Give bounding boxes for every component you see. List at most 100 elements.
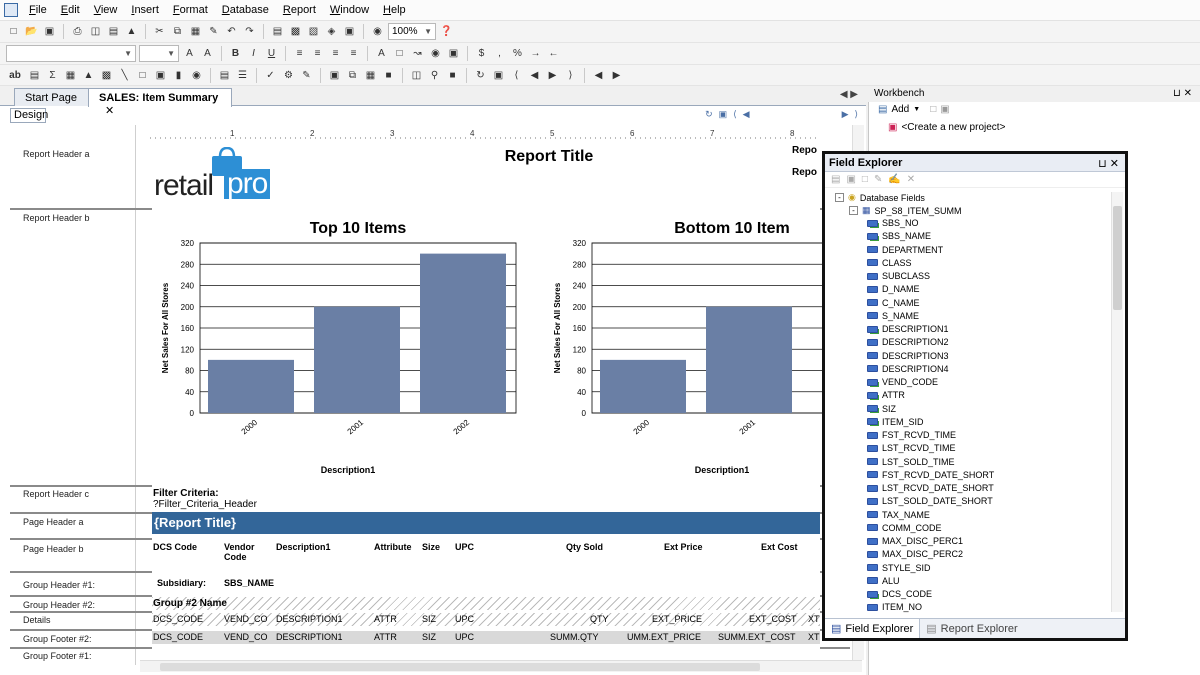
top-10-items-chart[interactable]: Top 10 Items 0 40 80 120 160 200 240 280 320 2000 2… [158,215,538,485]
band-report-header-a[interactable]: Report Header a [10,149,136,159]
insert-crosstab-icon[interactable]: ▦ [63,68,78,83]
redo-icon[interactable]: ↷ [242,24,257,39]
search-icon[interactable]: ⚲ [427,68,442,83]
edit-icon[interactable]: ✎ [874,174,882,185]
field-item[interactable]: LST_SOLD_DATE_SHORT [867,496,993,506]
insert-line-icon[interactable]: ╲ [117,68,132,83]
browse-icon[interactable]: ▣ [846,174,855,185]
undo-icon[interactable]: ↶ [224,24,239,39]
align-right-icon[interactable]: ≡ [328,46,343,61]
insert-picture-icon[interactable]: ▣ [153,68,168,83]
new-icon[interactable]: □ [862,174,868,185]
column-header-description1[interactable]: Description1 [276,542,331,552]
details-field-vend-code[interactable]: VEND_CO [224,614,268,624]
pin-close-icon[interactable]: ⊔ ✕ [1098,155,1119,173]
save-icon[interactable]: ▣ [940,104,949,115]
field-item[interactable]: DCS_CODE [867,589,932,599]
menu-view[interactable]: View [87,0,125,20]
field-item[interactable]: FST_RCVD_TIME [867,430,956,440]
insert-subreport-icon[interactable]: ▩ [99,68,114,83]
band-group-header-2[interactable]: Group Header #2: [10,600,136,610]
column-header-vendor-code[interactable]: Vendor Code [224,542,264,562]
band-report-header-c[interactable]: Report Header c [10,489,136,499]
previous-page-icon[interactable]: ◀ [743,109,750,122]
chevron-down-icon[interactable]: ▼ [913,106,920,113]
upload-icon[interactable]: ▲ [124,24,139,39]
lock-size-icon[interactable]: ▣ [446,46,461,61]
preview-icon[interactable]: ◫ [409,68,424,83]
field-item[interactable]: LST_RCVD_TIME [867,443,956,453]
report-header-field[interactable]: Repo [792,145,817,156]
band-page-header-a[interactable]: Page Header a [10,517,136,527]
tab-report-explorer[interactable]: ▤ Report Explorer [920,622,1023,636]
insert-olap-icon[interactable]: ▲ [81,68,96,83]
refresh-icon[interactable]: ↻ [705,109,713,122]
footer-field-xt[interactable]: XT [808,632,820,642]
page-title-bar[interactable]: {Report Title} [152,512,820,534]
field-item[interactable]: LST_SOLD_TIME [867,457,955,467]
tree-node-database-fields[interactable]: - ◉ Database Fields [835,192,925,203]
stop-icon[interactable]: ■ [445,68,460,83]
column-header-dcs-code[interactable]: DCS Code [153,542,197,552]
pin-close-icon[interactable]: ⊔ ✕ [1173,86,1192,102]
column-header-ext-cost[interactable]: Ext Cost [761,542,798,552]
band-page-header-b[interactable]: Page Header b [10,544,136,554]
field-item[interactable]: SBS_NAME [867,231,931,241]
lock-format-icon[interactable]: ◉ [428,46,443,61]
horizontal-scrollbar[interactable] [140,660,862,672]
align-center-icon[interactable]: ≡ [310,46,325,61]
group2-name-field[interactable]: Group #2 Name [153,598,227,609]
font-combo[interactable]: ▼ [6,45,136,62]
details-field-attr[interactable]: ATTR [374,614,397,624]
field-item[interactable]: COMM_CODE [867,523,942,533]
menu-format[interactable]: Format [166,0,215,20]
column-header-ext-price[interactable]: Ext Price [664,542,703,552]
details-field-siz[interactable]: SIZ [422,614,436,624]
footer-field-siz[interactable]: SIZ [422,632,436,642]
details-field-dcs-code[interactable]: DCS_CODE [153,614,203,624]
field-item[interactable]: FST_RCVD_DATE_SHORT [867,470,994,480]
next-page-icon[interactable]: ▶ [545,68,560,83]
field-item[interactable]: DESCRIPTION3 [867,351,949,361]
field-item[interactable]: D_NAME [867,284,920,294]
field-item[interactable]: DESCRIPTION1 [867,324,949,334]
field-item[interactable]: SIZ [867,404,896,414]
bottom-10-items-chart[interactable]: Bottom 10 Item 0 40 80 120 160 200 240 280 320 200… [550,215,822,485]
footer-field-summ-ext-cost[interactable]: SUMM.EXT_COST [718,632,796,642]
design-tab[interactable]: Design [10,108,48,123]
band-group-footer-1[interactable]: Group Footer #1: [10,651,136,661]
font-size-combo[interactable]: ▼ [139,45,179,62]
select-expert-icon[interactable]: ✓ [263,68,278,83]
paste-icon[interactable]: ▦ [188,24,203,39]
forward-icon[interactable]: ▶ [609,68,624,83]
details-field-description1[interactable]: DESCRIPTION1 [276,614,343,624]
band-details[interactable]: Details [10,615,136,625]
footer-field-upc[interactable]: UPC [455,632,474,642]
footer-field-dcs-code[interactable]: DCS_CODE [153,632,203,642]
new-icon[interactable]: □ [6,24,21,39]
tab-field-explorer[interactable]: ▤ Field Explorer [825,619,921,638]
cut-icon[interactable]: ✂ [152,24,167,39]
field-item[interactable]: DEPARTMENT [867,245,943,255]
field-item[interactable]: MAX_DISC_PERC1 [867,536,963,546]
report-title-field[interactable]: Report Title [416,147,682,177]
last-page-icon[interactable]: ⟩ [854,109,858,122]
report-header-field[interactable]: Repo [792,167,817,178]
database-expert-icon[interactable]: ▣ [327,68,342,83]
refresh-icon[interactable]: ↻ [473,68,488,83]
column-header-size[interactable]: Size [422,542,440,552]
subsidiary-field[interactable]: SBS_NAME [224,578,274,588]
field-item[interactable]: S_NAME [867,311,919,321]
band-group-footer-2[interactable]: Group Footer #2: [10,634,136,644]
export-icon[interactable]: ▣ [719,109,728,122]
decrease-font-icon[interactable]: A [200,46,215,61]
field-item[interactable]: ITEM_SID [867,417,924,427]
field-item[interactable]: VEND_CODE [867,377,938,387]
italic-button[interactable]: I [246,46,261,61]
field-item[interactable]: C_NAME [867,298,920,308]
menu-database[interactable]: Database [215,0,276,20]
percent-button[interactable]: % [510,46,525,61]
print-icon[interactable]: ⎙ [70,24,85,39]
details-field-xt[interactable]: XT [808,614,820,624]
footer-field-description1[interactable]: DESCRIPTION1 [276,632,343,642]
